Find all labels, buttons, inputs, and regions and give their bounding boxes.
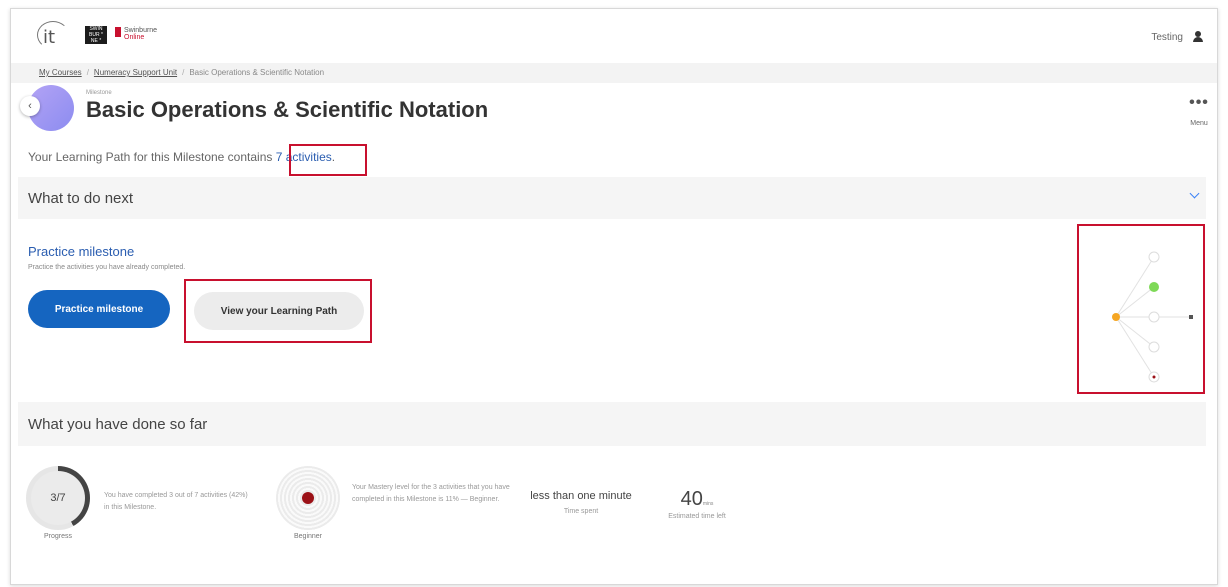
- practice-milestone-link[interactable]: Practice milestone: [28, 244, 134, 259]
- menu-label: Menu: [1190, 120, 1208, 127]
- what-you-have-done-header: What you have done so far: [18, 402, 1206, 446]
- breadcrumb: My Courses / Numeracy Support Unit / Basic O…: [11, 63, 1217, 83]
- progress-value: 3/7: [31, 471, 85, 525]
- mastery-description: Your Mastery level for the 3 activities …: [352, 484, 510, 503]
- user-icon: [1193, 31, 1203, 42]
- breadcrumb-unit[interactable]: Numeracy Support Unit: [94, 68, 177, 77]
- highlight-box: [289, 144, 367, 176]
- time-spent-value: less than one minute: [530, 490, 632, 502]
- swinburne-online-logo: Swinburne Online: [115, 27, 157, 41]
- menu-button[interactable]: ••• Menu: [1184, 94, 1214, 128]
- breadcrumb-separator: /: [182, 68, 185, 77]
- swinburne-logo: SWIN BUR * NE *: [85, 26, 107, 44]
- section-title: What to do next: [28, 190, 134, 207]
- chevron-down-icon[interactable]: [1189, 188, 1200, 199]
- mastery-badge: [276, 466, 340, 530]
- estimated-time-label: Estimated time left: [668, 513, 726, 520]
- back-button[interactable]: ‹: [20, 96, 40, 116]
- top-bar: it SWIN BUR * NE * Swinburne Online Testi…: [11, 9, 1217, 63]
- breadcrumb-separator: /: [86, 68, 89, 77]
- more-icon: •••: [1189, 94, 1209, 111]
- estimated-time-value: 40mins: [680, 488, 714, 510]
- swinburne-flag-icon: [115, 27, 121, 37]
- progress-label: Progress: [43, 533, 72, 540]
- highlight-box: [1077, 224, 1205, 394]
- section-title: What you have done so far: [28, 416, 208, 433]
- mastery-dot-icon: [302, 492, 314, 504]
- it-logo[interactable]: it: [37, 21, 69, 49]
- time-spent-label: Time spent: [563, 508, 599, 515]
- progress-description: You have completed 3 out of 7 activities…: [104, 492, 248, 511]
- user-menu[interactable]: Testing: [1151, 31, 1203, 43]
- what-to-do-next-header[interactable]: What to do next: [18, 177, 1206, 219]
- mastery-label: Beginner: [293, 533, 323, 540]
- milestone-kicker: Milestone: [86, 90, 112, 96]
- breadcrumb-current: Basic Operations & Scientific Notation: [189, 68, 325, 77]
- practice-milestone-button[interactable]: Practice milestone: [28, 290, 170, 328]
- progress-ring: 3/7: [26, 466, 90, 530]
- user-name: Testing: [1151, 32, 1183, 43]
- highlight-box: [184, 279, 372, 343]
- breadcrumb-my-courses[interactable]: My Courses: [39, 68, 82, 77]
- practice-description: Practice the activities you have already…: [28, 264, 186, 271]
- chevron-left-icon: ‹: [28, 100, 32, 112]
- page-title: Basic Operations & Scientific Notation: [86, 97, 489, 122]
